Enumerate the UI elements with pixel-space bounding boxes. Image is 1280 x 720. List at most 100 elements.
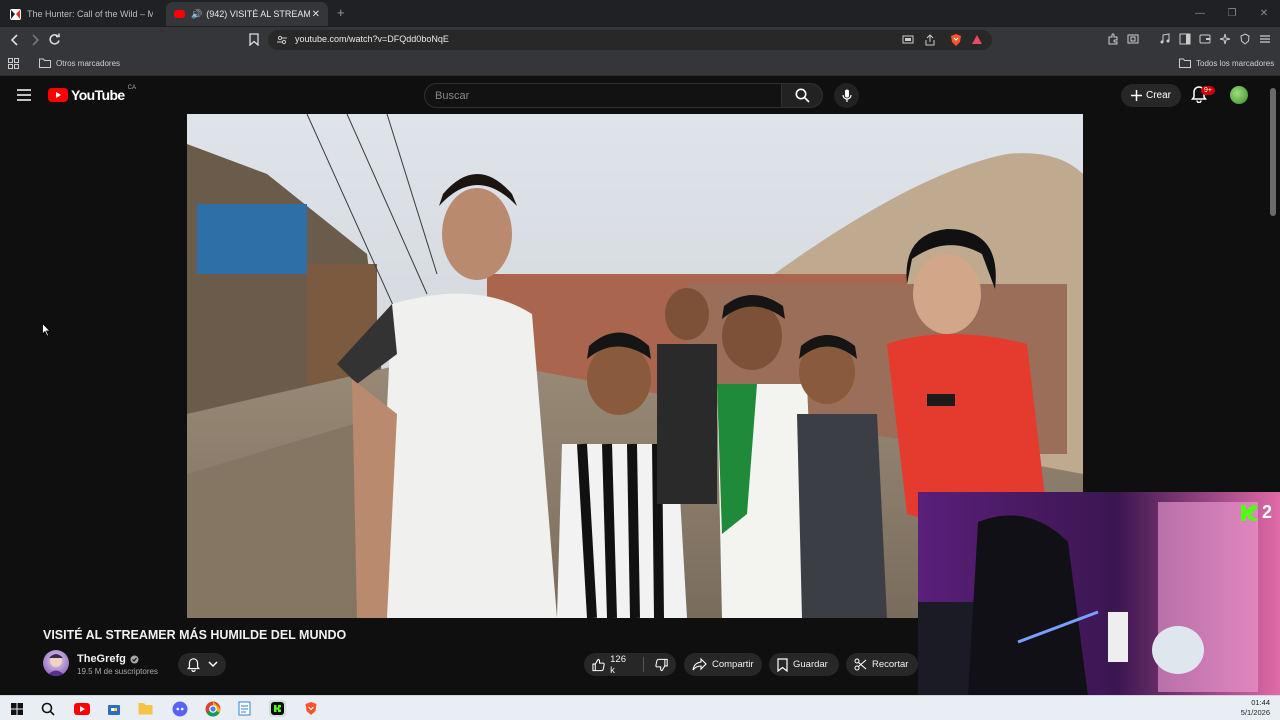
bell-icon: [186, 658, 200, 672]
bookmark-icon[interactable]: [249, 33, 259, 46]
wallet-icon[interactable]: [1199, 33, 1211, 45]
media-control-icon[interactable]: [1159, 33, 1171, 45]
save-label: Guardar: [793, 659, 828, 670]
mouse-cursor-icon: [42, 323, 51, 337]
create-button[interactable]: Crear: [1121, 84, 1181, 107]
facecam-image: [918, 492, 1280, 696]
maps-favicon-icon: [10, 8, 21, 20]
bookmark-label: Otros marcadores: [56, 58, 121, 68]
menu-icon[interactable]: [1259, 33, 1271, 45]
vpn-icon[interactable]: [1239, 33, 1251, 45]
url-text: youtube.com/watch?v=DFQdd0boNqE: [295, 34, 449, 44]
plus-icon: [1130, 90, 1142, 101]
share-button[interactable]: Compartir: [684, 653, 762, 676]
leo-ai-icon[interactable]: [1219, 33, 1231, 45]
close-window-button[interactable]: ✕: [1248, 0, 1280, 27]
microphone-icon: [841, 89, 852, 102]
youtube-play-logo-icon: [48, 88, 68, 102]
clock-date: 5/1/2026: [1240, 708, 1270, 717]
tab-title: The Hunter: Call of the Wild – Maps...: [27, 9, 153, 19]
chrome-app-icon[interactable]: [204, 700, 221, 717]
screenshot-icon[interactable]: [1127, 33, 1139, 45]
subscriber-count: 19.5 M de suscriptores: [77, 667, 158, 676]
facecam-overlay: 2: [918, 492, 1280, 696]
chevron-down-icon: [207, 661, 218, 668]
new-tab-button[interactable]: +: [337, 5, 345, 20]
youtube-app-icon[interactable]: [73, 700, 90, 717]
youtube-header: YouTube CA Crear: [0, 76, 1280, 114]
search-box: [424, 83, 782, 108]
youtube-logo-text: YouTube: [71, 87, 125, 103]
kick-logo-icon: [1240, 504, 1257, 521]
sidebar-toggle-icon[interactable]: [1179, 33, 1191, 45]
channel-avatar[interactable]: [43, 650, 69, 676]
dislike-icon[interactable]: [655, 658, 668, 672]
share-icon: [692, 658, 707, 671]
bookmark-label: Todos los marcadores: [1196, 58, 1275, 68]
scissors-icon: [854, 658, 867, 671]
like-count[interactable]: 126 k: [610, 654, 632, 676]
user-avatar[interactable]: [1230, 86, 1248, 104]
like-dislike-group: 126 k: [584, 653, 676, 676]
search-icon: [795, 88, 810, 103]
folder-icon: [39, 58, 51, 68]
cast-icon[interactable]: [902, 35, 914, 45]
kick-viewer-badge: 2: [1240, 502, 1272, 523]
apps-grid-icon[interactable]: [8, 58, 19, 69]
system-clock[interactable]: 01:44 5/1/2026: [1241, 698, 1270, 718]
youtube-favicon-icon: [174, 10, 185, 18]
create-label: Crear: [1145, 90, 1171, 101]
search-button[interactable]: [781, 83, 823, 108]
viewer-count: 2: [1261, 502, 1272, 522]
windows-taskbar: 01:44 5/1/2026: [0, 695, 1280, 720]
clock-time: 01:44: [1251, 698, 1270, 707]
brave-rewards-icon[interactable]: [971, 34, 983, 45]
close-tab-icon[interactable]: ✕: [312, 9, 320, 20]
brave-app-icon[interactable]: [302, 700, 319, 717]
notes-app-icon[interactable]: [236, 700, 253, 717]
address-bar-row: youtube.com/watch?v=DFQdd0boNqE: [0, 27, 1280, 53]
url-field[interactable]: youtube.com/watch?v=DFQdd0boNqE: [268, 30, 992, 50]
reload-button[interactable]: [48, 33, 61, 46]
window-controls: — ❐ ✕: [1184, 0, 1280, 27]
hamburger-menu-icon[interactable]: [17, 89, 31, 101]
speaker-icon[interactable]: 🔊: [191, 9, 202, 20]
search-icon[interactable]: [39, 700, 56, 717]
site-info-icon[interactable]: [277, 35, 287, 45]
page-scrollbar[interactable]: [1270, 88, 1276, 216]
windows-start-icon[interactable]: [8, 700, 25, 717]
share-page-icon[interactable]: [924, 34, 936, 46]
bookmarks-bar: Otros marcadores Todos los marcadores: [0, 53, 1280, 76]
like-icon[interactable]: [592, 658, 605, 672]
brave-shields-icon[interactable]: [949, 33, 963, 47]
region-code: CA: [127, 85, 136, 91]
notification-badge: 9+: [1201, 86, 1215, 95]
voice-search-button[interactable]: [834, 83, 859, 108]
discord-app-icon[interactable]: [171, 700, 188, 717]
folder-icon: [1179, 58, 1191, 68]
file-explorer-icon[interactable]: [137, 700, 154, 717]
minimize-button[interactable]: —: [1184, 0, 1216, 27]
bookmark-folder-otros[interactable]: Otros marcadores: [39, 58, 120, 68]
youtube-logo[interactable]: YouTube CA: [48, 85, 136, 103]
channel-name-text: TheGrefg: [77, 653, 126, 665]
clip-label: Recortar: [872, 659, 909, 670]
restore-button[interactable]: ❐: [1216, 0, 1248, 27]
extensions-icon[interactable]: [1107, 33, 1119, 45]
bookmark-folder-todos[interactable]: Todos los marcadores: [1179, 58, 1274, 68]
channel-name[interactable]: TheGrefg: [77, 653, 139, 665]
search-input[interactable]: [435, 84, 765, 107]
clip-button[interactable]: Recortar: [846, 653, 918, 676]
save-button[interactable]: Guardar: [769, 653, 839, 676]
browser-tab-maps[interactable]: The Hunter: Call of the Wild – Maps...: [2, 2, 162, 26]
video-title: VISITÉ AL STREAMER MÁS HUMILDE DEL MUNDO: [43, 628, 347, 642]
browser-tab-youtube[interactable]: 🔊 (942) VISITÉ AL STREAMER MÁS HUMILDE..…: [166, 2, 328, 26]
share-label: Compartir: [712, 659, 754, 670]
tab-title: (942) VISITÉ AL STREAMER MÁS HUMILDE...: [206, 9, 311, 19]
kick-app-icon[interactable]: [269, 700, 286, 717]
store-app-icon[interactable]: [105, 700, 122, 717]
subscription-notifications-button[interactable]: [178, 653, 226, 676]
forward-button[interactable]: [29, 33, 41, 47]
divider: [642, 657, 644, 672]
back-button[interactable]: [9, 33, 21, 47]
